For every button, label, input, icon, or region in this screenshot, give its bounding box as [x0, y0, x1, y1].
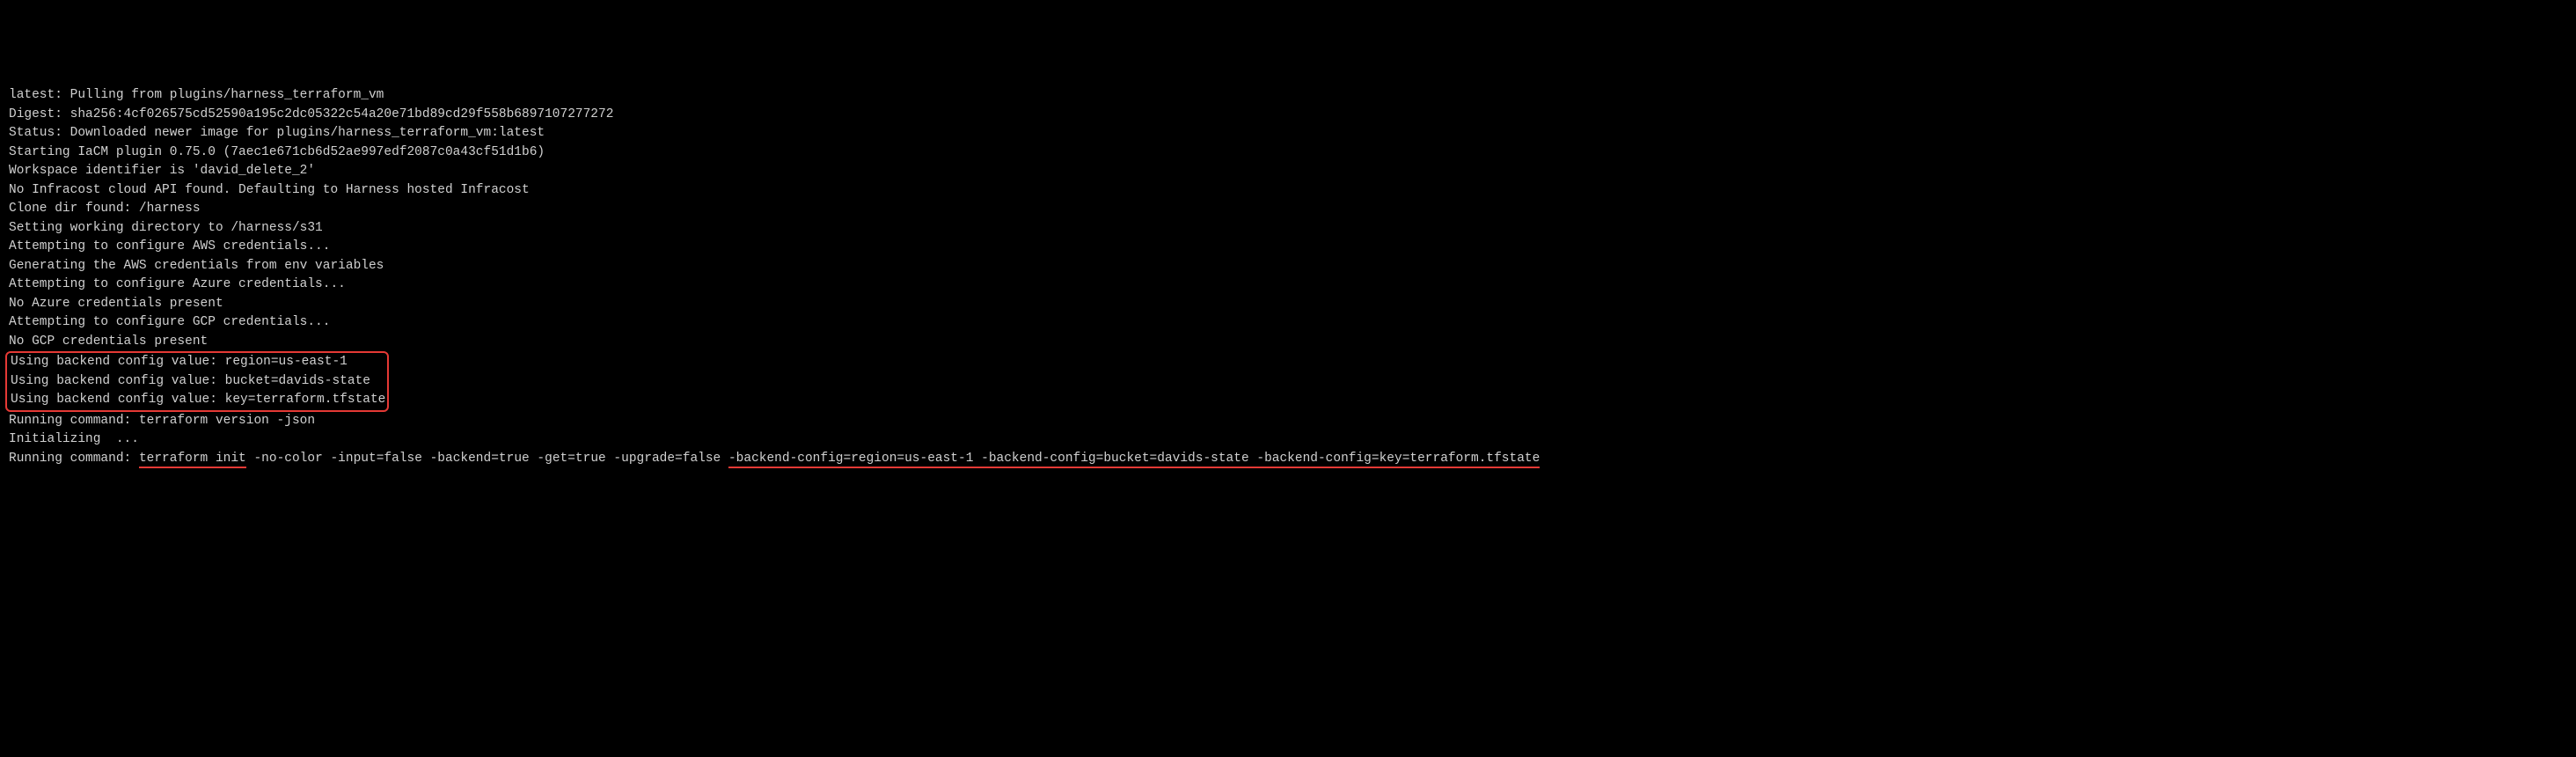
backend-config-highlight-box: Using backend config value: region=us-ea…: [5, 351, 389, 412]
log-line: Initializing ...: [9, 430, 2567, 450]
log-line: No Azure credentials present: [9, 295, 2567, 314]
terraform-init-command-line: Running command: terraform init -no-colo…: [9, 450, 2567, 469]
log-line: Attempting to configure AWS credentials.…: [9, 238, 2567, 257]
log-line: Running command: terraform version -json: [9, 412, 2567, 431]
log-line: Status: Downloaded newer image for plugi…: [9, 124, 2567, 143]
log-line: No GCP credentials present: [9, 333, 2567, 352]
log-line: Using backend config value: bucket=david…: [9, 372, 385, 392]
log-line: Generating the AWS credentials from env …: [9, 257, 2567, 276]
log-line: Attempting to configure Azure credential…: [9, 276, 2567, 295]
command-flags: -no-color -input=false -backend=true -ge…: [246, 452, 728, 466]
log-line: Attempting to configure GCP credentials.…: [9, 313, 2567, 333]
log-line: Digest: sha256:4cf026575cd52590a195c2dc0…: [9, 106, 2567, 125]
log-line: Workspace identifier is 'david_delete_2': [9, 162, 2567, 181]
log-line: Setting working directory to /harness/s3…: [9, 219, 2567, 239]
backend-config-underline: -backend-config=region=us-east-1 -backen…: [728, 452, 1540, 468]
command-prefix: Running command:: [9, 452, 139, 466]
log-line: Starting IaCM plugin 0.75.0 (7aec1e671cb…: [9, 143, 2567, 163]
terminal-output: latest: Pulling from plugins/harness_ter…: [9, 86, 2567, 468]
log-line: Using backend config value: region=us-ea…: [9, 353, 385, 372]
terraform-init-underline: terraform init: [139, 452, 246, 468]
log-line: Clone dir found: /harness: [9, 200, 2567, 219]
log-line: Using backend config value: key=terrafor…: [9, 391, 385, 410]
log-line: No Infracost cloud API found. Defaulting…: [9, 181, 2567, 201]
log-line: latest: Pulling from plugins/harness_ter…: [9, 86, 2567, 106]
